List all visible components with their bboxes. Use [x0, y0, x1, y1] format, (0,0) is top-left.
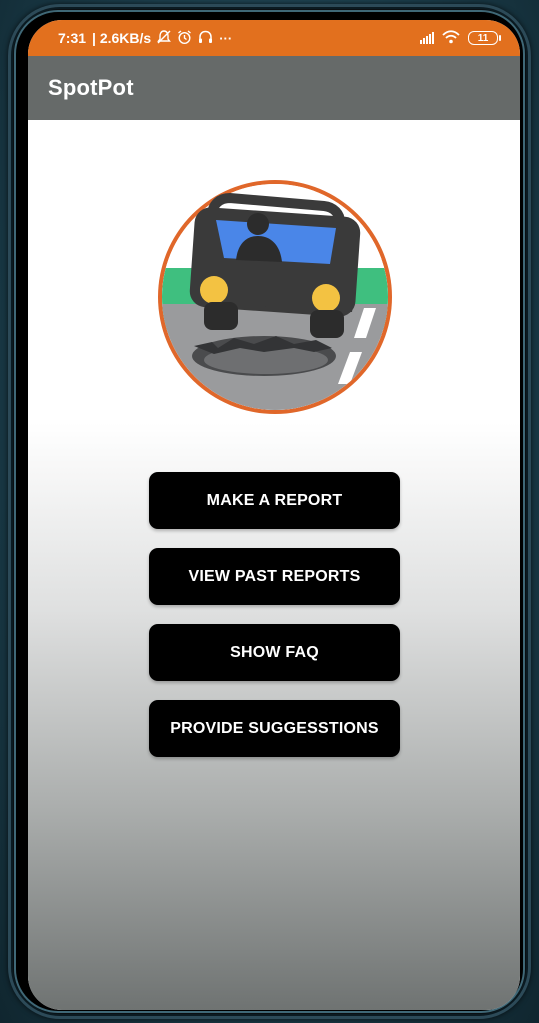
car-pothole-logo — [154, 176, 396, 418]
headphones-icon — [198, 30, 213, 46]
main-content: MAKE A REPORT VIEW PAST REPORTS SHOW FAQ… — [28, 120, 520, 1010]
app-bar: SpotPot — [28, 56, 520, 120]
make-report-button[interactable]: MAKE A REPORT — [149, 472, 400, 529]
more-dots-icon: ··· — [219, 30, 233, 46]
wifi-icon — [442, 30, 460, 46]
status-bar: 7:31 | 2.6KB/s ··· 11 — [28, 20, 520, 56]
status-time: 7:31 — [58, 30, 87, 46]
screen: 7:31 | 2.6KB/s ··· 11 SpotPot MAKE A REP… — [28, 20, 520, 1010]
battery-icon: 11 — [468, 31, 501, 45]
status-right: 11 — [420, 30, 501, 46]
alarm-icon — [177, 29, 192, 47]
provide-suggestions-button[interactable]: PROVIDE SUGGESSTIONS — [149, 700, 400, 757]
signal-icon — [420, 32, 434, 44]
mute-icon — [157, 30, 172, 46]
status-left: 7:31 | 2.6KB/s ··· — [58, 29, 233, 47]
status-net-speed: | 2.6KB/s — [92, 30, 152, 46]
app-title: SpotPot — [48, 75, 134, 100]
menu-buttons: MAKE A REPORT VIEW PAST REPORTS SHOW FAQ… — [149, 472, 400, 757]
show-faq-button[interactable]: SHOW FAQ — [149, 624, 400, 681]
view-past-reports-button[interactable]: VIEW PAST REPORTS — [149, 548, 400, 605]
